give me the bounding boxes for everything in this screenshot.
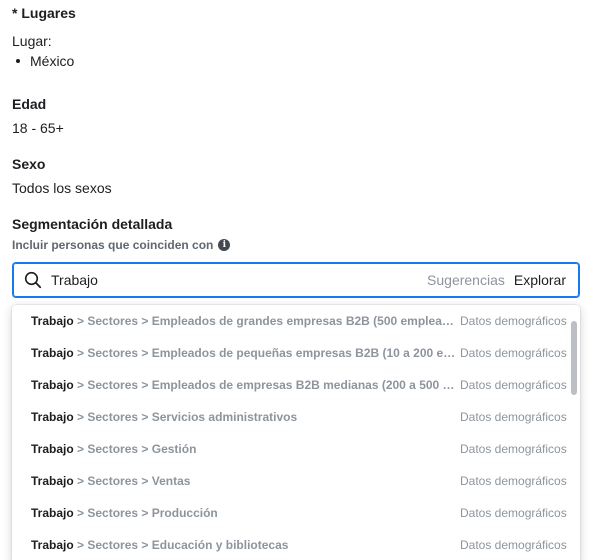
suggestion-root: Trabajo [31,506,74,520]
suggestion-detail: > Sectores > Gestión [73,442,197,456]
gender-title: Sexo [12,156,46,172]
suggestion-detail: > Sectores > Ventas [73,474,191,488]
include-label: Incluir personas que coinciden con [12,238,214,252]
suggestion-category: Datos demográficos [460,314,567,328]
suggestion-path: Trabajo > Sectores > Ventas [31,474,461,488]
suggestions-dropdown: Trabajo > Sectores > Empleados de grande… [12,305,580,560]
suggestion-path: Trabajo > Sectores > Servicios administr… [31,410,461,424]
suggestion-root: Trabajo [31,474,74,488]
suggestion-path: Trabajo > Sectores > Gestión [31,442,461,456]
suggestion-path: Trabajo > Sectores > Educación y bibliot… [31,538,461,552]
search-input[interactable] [51,266,428,294]
detailed-targeting-subtitle: Incluir personas que coinciden con i [12,238,231,252]
suggestion-root: Trabajo [31,378,74,392]
suggestion-category: Datos demográficos [460,442,567,456]
locations-title: * Lugares [12,5,76,21]
locations-label: Lugar: [12,33,52,49]
suggestion-detail: > Sectores > Empleados de pequeñas empre… [73,346,461,360]
suggestion-category: Datos demográficos [460,538,567,552]
suggestion-root: Trabajo [31,410,74,424]
suggestion-category: Datos demográficos [460,346,567,360]
suggestion-path: Trabajo > Sectores > Empleados de grande… [31,314,461,328]
suggestion-root: Trabajo [31,442,74,456]
suggestion-category: Datos demográficos [460,378,567,392]
suggestion-path: Trabajo > Sectores > Producción [31,506,461,520]
suggestion-root: Trabajo [31,346,74,360]
info-icon[interactable]: i [218,239,231,251]
suggestion-row[interactable]: Trabajo > Sectores > Gestión Datos demog… [12,433,570,465]
suggestion-root: Trabajo [31,314,74,328]
location-item-label: México [30,53,75,69]
suggestion-detail: > Sectores > Empleados de empresas B2B m… [77,378,461,392]
suggestion-category: Datos demográficos [460,506,567,520]
age-value: 18 - 65+ [12,120,64,136]
tab-suggestions[interactable]: Sugerencias [427,272,505,288]
suggestion-detail: > Sectores > Producción [73,506,218,520]
suggestion-path: Trabajo > Sectores > Empleados de empres… [31,378,461,392]
suggestion-detail: > Sectores > Empleados de grandes empres… [77,314,461,328]
dropdown-scrollbar[interactable] [571,321,577,395]
suggestion-row[interactable]: Trabajo > Sectores > Ventas Datos demogr… [12,465,570,497]
suggestion-row[interactable]: Trabajo > Sectores > Empleados de pequeñ… [12,337,570,369]
suggestion-category: Datos demográficos [460,410,567,424]
suggestion-detail: > Sectores > Servicios administrativos [73,410,298,424]
search-icon [24,271,42,289]
detailed-targeting-title: Segmentación detallada [12,216,173,232]
suggestion-row[interactable]: Trabajo > Sectores > Empleados de empres… [12,369,570,401]
suggestion-root: Trabajo [31,538,74,552]
age-title: Edad [12,96,47,112]
bullet-icon [16,59,20,63]
suggestion-detail: > Sectores > Educación y bibliotecas [73,538,289,552]
suggestion-row[interactable]: Trabajo > Sectores > Producción Datos de… [12,497,570,529]
suggestion-category: Datos demográficos [460,474,567,488]
suggestion-row[interactable]: Trabajo > Sectores > Empleados de grande… [12,305,570,337]
gender-value: Todos los sexos [12,180,112,196]
detailed-targeting-search[interactable]: Sugerencias Explorar [12,262,580,298]
suggestion-row[interactable]: Trabajo > Sectores > Servicios administr… [12,401,570,433]
tab-explore[interactable]: Explorar [514,272,566,288]
suggestion-path: Trabajo > Sectores > Empleados de pequeñ… [31,346,461,360]
suggestion-row[interactable]: Trabajo > Sectores > Educación y bibliot… [12,529,570,560]
location-item: México [16,53,74,69]
